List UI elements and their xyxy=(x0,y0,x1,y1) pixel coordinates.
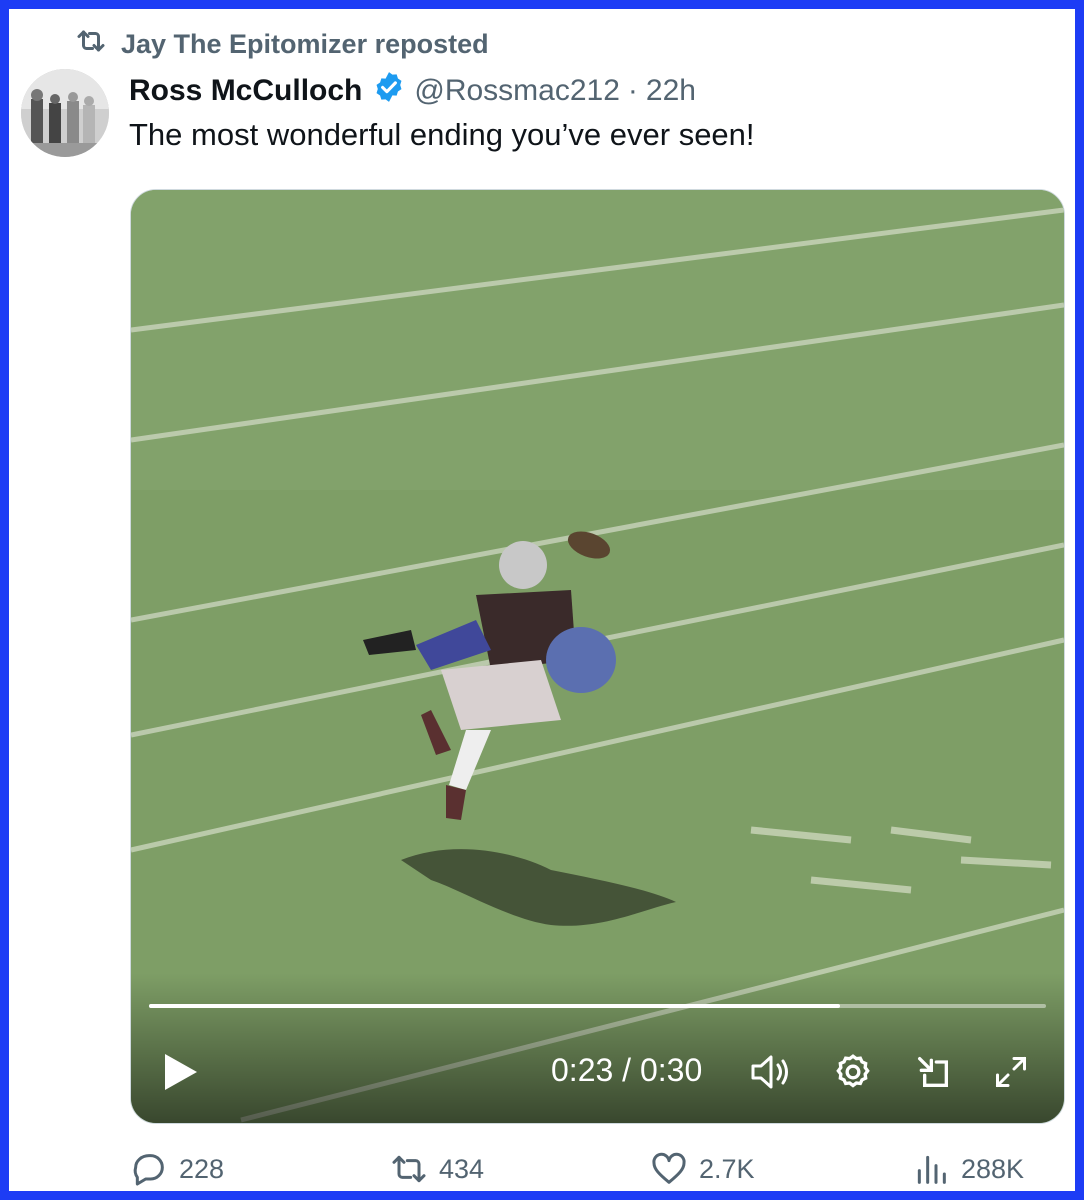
play-icon xyxy=(165,1054,197,1090)
author-name[interactable]: Ross McCulloch xyxy=(129,74,362,108)
repost-icon xyxy=(392,1155,426,1183)
views-button[interactable]: 288K xyxy=(911,1149,1024,1189)
video-frame xyxy=(131,190,1064,1123)
verified-badge-icon[interactable] xyxy=(370,70,406,112)
heart-icon xyxy=(652,1152,686,1184)
tweet-text: The most wonderful ending you’ve ever se… xyxy=(129,117,755,152)
settings-button[interactable] xyxy=(833,1052,873,1092)
video-time-readout: 0:23 / 0:30 xyxy=(551,1052,703,1088)
settings-icon xyxy=(836,1054,870,1088)
reply-icon xyxy=(133,1154,164,1186)
avatar[interactable] xyxy=(21,69,109,157)
repost-count: 434 xyxy=(439,1153,485,1184)
author-handle[interactable]: @Rossmac212 xyxy=(414,74,620,108)
video-progress-bar[interactable] xyxy=(149,1004,1046,1008)
separator-dot: · xyxy=(627,74,638,107)
reply-count: 228 xyxy=(179,1153,225,1184)
video-player[interactable]: 0:23 / 0:30 xyxy=(130,189,1065,1124)
repost-label: Jay The Epitomizer reposted xyxy=(121,29,489,59)
volume-icon xyxy=(751,1055,788,1089)
views-count: 288K xyxy=(961,1153,1025,1184)
repost-button[interactable]: 434 xyxy=(389,1149,484,1189)
action-bar: 228 434 2.7K 288K xyxy=(129,1149,1039,1197)
fullscreen-icon xyxy=(996,1057,1026,1087)
like-count: 2.7K xyxy=(699,1153,755,1184)
volume-button[interactable] xyxy=(749,1052,793,1092)
play-button[interactable] xyxy=(161,1050,201,1094)
tweet-header: Ross McCulloch @Rossmac212 · 22h xyxy=(129,67,696,115)
post-time[interactable]: 22h xyxy=(646,74,696,108)
tweet-card: Jay The Epitomizer reposted Ross McCullo… xyxy=(0,0,1084,1200)
views-icon xyxy=(917,1155,946,1184)
picture-in-picture-button[interactable] xyxy=(913,1052,953,1092)
video-progress-fill xyxy=(149,1004,840,1008)
like-button[interactable]: 2.7K xyxy=(649,1149,755,1189)
picture-in-picture-icon xyxy=(918,1057,948,1087)
repost-icon xyxy=(73,23,109,66)
repost-indicator[interactable]: Jay The Epitomizer reposted xyxy=(73,23,489,66)
reply-button[interactable]: 228 xyxy=(129,1149,224,1189)
fullscreen-button[interactable] xyxy=(993,1054,1029,1090)
